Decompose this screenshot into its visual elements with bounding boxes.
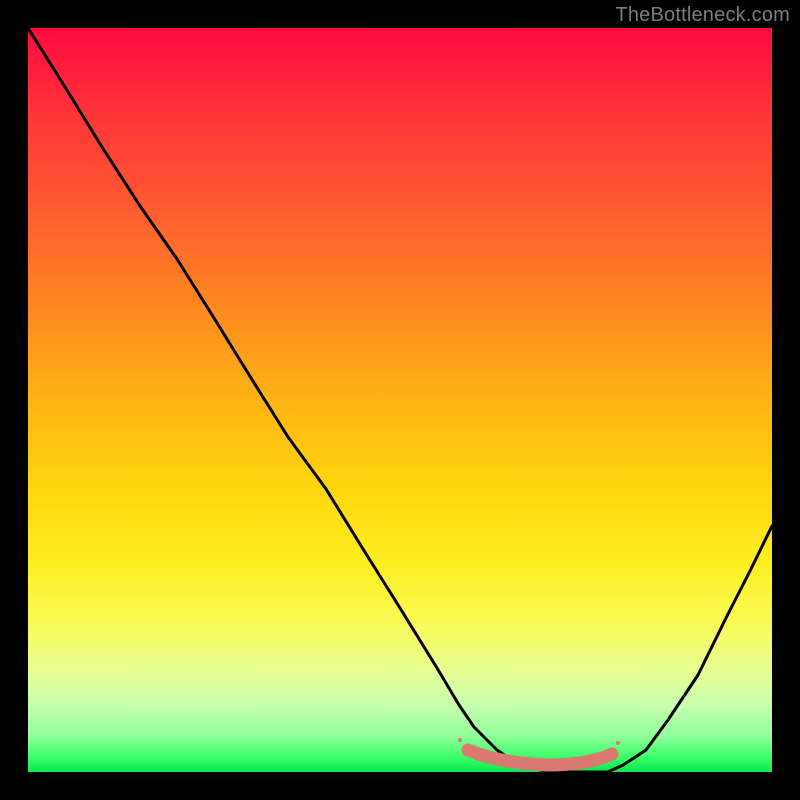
plot-area (28, 28, 772, 772)
bottleneck-curve (28, 28, 772, 772)
attribution-label: TheBottleneck.com (615, 4, 790, 27)
optimal-zone-marker (458, 738, 620, 765)
curve-overlay (28, 28, 772, 772)
chart-stage: TheBottleneck.com (0, 0, 800, 800)
